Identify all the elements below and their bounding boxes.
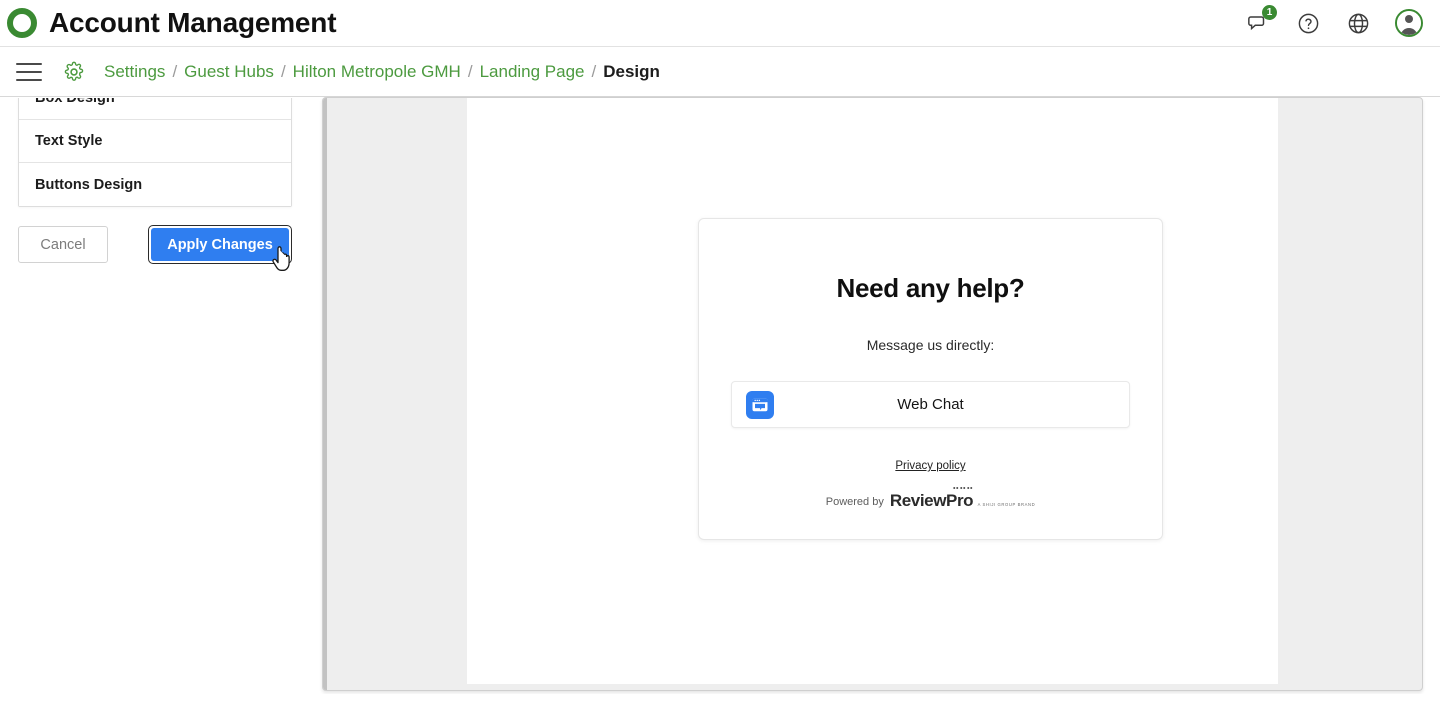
sidebar-item-buttons-design[interactable]: Buttons Design	[19, 163, 291, 206]
sidebar-item-box-design[interactable]: Box Design	[19, 98, 291, 120]
chat-bubble-icon[interactable]: 1	[1245, 5, 1277, 36]
help-card-title: Need any help?	[836, 273, 1025, 303]
sidebar-item-text-style[interactable]: Text Style	[19, 120, 291, 163]
privacy-policy-link[interactable]: Privacy policy	[895, 460, 965, 472]
breadcrumb-item-hilton-metropole-gmh[interactable]: Hilton Metropole GMH	[293, 63, 461, 80]
breadcrumb-item-guest-hubs[interactable]: Guest Hubs	[184, 63, 274, 80]
preview-canvas: Need any help? Message us directly: Web …	[467, 98, 1278, 684]
sidebar-action-buttons: Cancel Apply Changes	[18, 225, 292, 271]
breadcrumb: Settings / Guest Hubs / Hilton Metropole…	[104, 63, 660, 80]
user-avatar-icon[interactable]	[1395, 9, 1423, 37]
breadcrumb-item-landing-page[interactable]: Landing Page	[480, 63, 585, 80]
breadcrumb-separator: /	[591, 62, 597, 81]
sidebar-item-label: Text Style	[35, 133, 103, 149]
page-title: Account Management	[49, 7, 337, 38]
breadcrumb-separator: /	[467, 62, 473, 81]
reviewpro-dots-icon	[952, 487, 973, 489]
breadcrumb-separator: /	[172, 62, 178, 81]
breadcrumb-item-settings[interactable]: Settings	[104, 63, 165, 80]
reviewpro-tagline: A SHIJI GROUP BRAND	[977, 502, 1036, 507]
powered-by-reviewpro: Powered by ReviewPro A SHIJI GROUP BRAND	[731, 487, 1130, 511]
channel-button-web-chat[interactable]: Web Chat	[731, 381, 1130, 428]
gear-icon[interactable]	[62, 60, 86, 84]
breadcrumb-separator: /	[280, 62, 286, 81]
apply-changes-focus-ring: Apply Changes	[148, 225, 292, 271]
design-sections-accordion: Box Design Text Style Buttons Design	[18, 98, 292, 207]
preview-frame-rail	[323, 98, 327, 690]
apply-changes-button[interactable]: Apply Changes	[151, 228, 289, 261]
avatar	[1397, 11, 1421, 35]
ring-logo-icon	[6, 7, 38, 39]
breadcrumb-bar: Settings / Guest Hubs / Hilton Metropole…	[0, 47, 1440, 97]
reviewpro-wordmark: ReviewPro	[889, 491, 974, 510]
topbar-actions: 1	[1245, 5, 1440, 37]
channel-label: Web Chat	[897, 396, 964, 413]
help-card-subtitle: Message us directly:	[866, 337, 995, 353]
sidebar-item-label: Box Design	[35, 98, 115, 106]
hamburger-menu-icon[interactable]	[16, 62, 42, 81]
powered-by-label: Powered by	[825, 496, 884, 508]
guest-hub-help-card: Need any help? Message us directly: Web …	[698, 218, 1163, 540]
notification-badge: 1	[1262, 5, 1277, 20]
top-app-bar: Account Management 1	[0, 0, 1440, 47]
help-circle-icon[interactable]	[1295, 10, 1321, 36]
bottom-strip	[0, 694, 1440, 708]
breadcrumb-item-design: Design	[603, 62, 660, 81]
cancel-button[interactable]: Cancel	[18, 226, 108, 263]
web-chat-window-icon	[746, 390, 774, 419]
sidebar-item-label: Buttons Design	[35, 176, 143, 193]
reviewpro-logo: ReviewPro A SHIJI GROUP BRAND	[889, 487, 1036, 511]
globe-icon[interactable]	[1345, 10, 1371, 36]
design-settings-sidebar: Box Design Text Style Buttons Design Can…	[0, 98, 320, 708]
landing-page-preview-frame: Need any help? Message us directly: Web …	[322, 97, 1423, 691]
